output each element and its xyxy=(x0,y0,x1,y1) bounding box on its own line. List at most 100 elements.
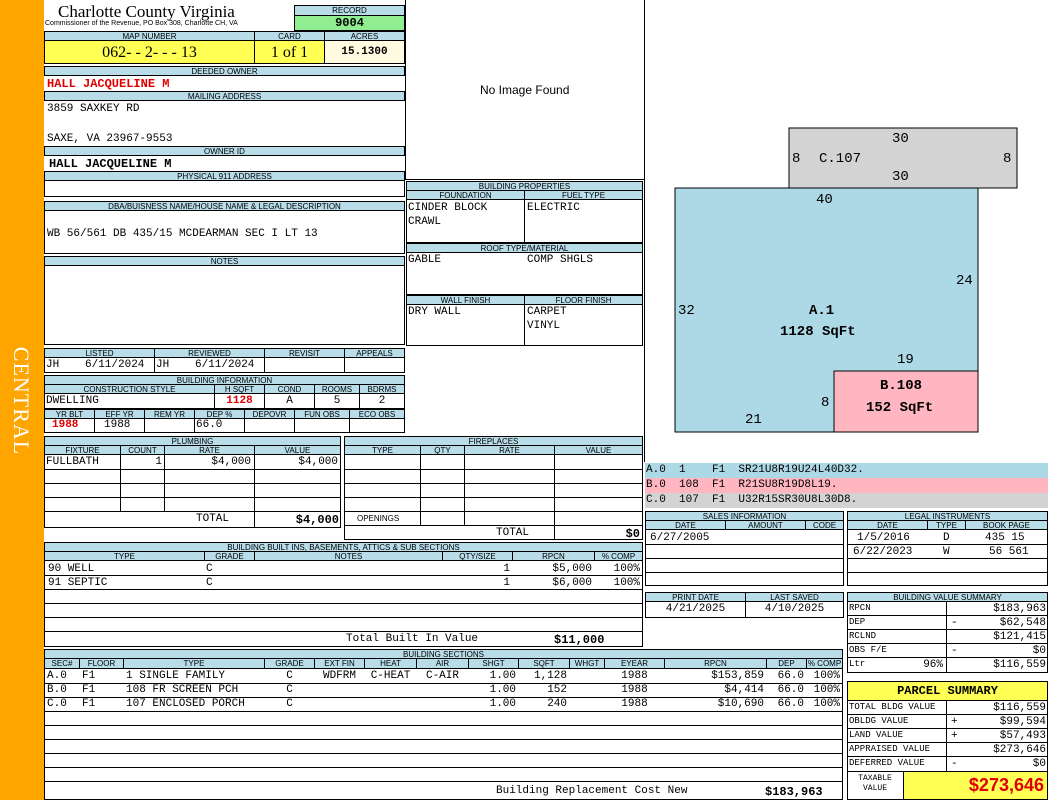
built-ins-divider xyxy=(44,617,643,618)
construction-style: DWELLING xyxy=(46,395,99,407)
foundation-line1: CINDER BLOCK xyxy=(408,202,488,214)
building-section-row-3-type: 107 ENCLOSED PORCH xyxy=(126,698,245,710)
sketch-dim-c-top: 30 xyxy=(892,131,909,147)
built-ins-divider xyxy=(44,603,643,604)
value-summary-divider xyxy=(847,657,1048,658)
parcel-summary-divider xyxy=(847,756,1048,757)
built-ins-total-label: Total Built In Value xyxy=(346,633,479,645)
mailing-address-line1: 3859 SAXKEY RD xyxy=(47,103,140,115)
building-section-row-1-type: 1 SINGLE FAMILY xyxy=(126,670,226,682)
listed-date: 6/11/2024 xyxy=(85,359,145,371)
value-ltr-pct: 96% xyxy=(923,659,943,671)
built-in-row-1-rpcn: $5,000 xyxy=(552,563,592,575)
print-date: 4/21/2025 xyxy=(665,603,726,615)
effective-year: 1988 xyxy=(104,419,131,431)
building-section-row-2-sec: B.0 xyxy=(47,684,67,696)
legal-row-1-date: 1/5/2016 xyxy=(857,532,910,544)
mailing-address-line2: SAXE, VA 23967-9553 xyxy=(47,133,173,145)
parcel-obldg-label: OBLDG VALUE xyxy=(849,716,909,726)
parcel-summary-divider xyxy=(847,714,1048,715)
plumbing-row-rate: $4,000 xyxy=(211,456,251,468)
building-section-row-3-sec: C.0 xyxy=(47,698,67,710)
value-rpcn: $183,963 xyxy=(993,603,1046,615)
year-built: 1988 xyxy=(52,419,79,431)
sketch-legend-c: C.0 107 F1 U32R15SR30U8L30D8. xyxy=(645,493,1048,508)
acres-value: 15.1300 xyxy=(324,40,405,64)
building-section-row-3-dep: 66.0 xyxy=(777,698,804,710)
sketch-legend-a: A.0 1 F1 SR21U8R19U24L40D32. xyxy=(645,463,1048,478)
fireplaces-openings-label: OPENINGS xyxy=(357,514,400,523)
sketch-label-b: B.108 xyxy=(880,378,923,394)
taxable-value: $273,646 xyxy=(903,771,1048,800)
sketch-dim-a-right: 24 xyxy=(956,273,973,289)
physical-address-box xyxy=(44,180,405,197)
eco-obs-box xyxy=(349,418,405,433)
sketch-dim-c-right: 8 xyxy=(1003,151,1012,167)
building-section-row-1-dep: 66.0 xyxy=(777,670,804,682)
building-section-row-2-dep: 66.0 xyxy=(777,684,804,696)
heated-sqft: 1128 xyxy=(226,395,253,407)
fireplaces-divider xyxy=(464,454,465,526)
legal-description: WB 56/561 DB 435/15 MCDEARMAN SEC I LT 1… xyxy=(47,228,318,240)
value-obs-label: OBS F/E xyxy=(849,645,887,655)
fireplaces-divider xyxy=(344,525,643,526)
sales-divider xyxy=(645,572,844,573)
fun-obs-box xyxy=(294,418,350,433)
side-bar: CENTRAL xyxy=(0,0,44,800)
plumbing-total: $4,000 xyxy=(295,513,339,527)
legal-divider xyxy=(847,558,1048,559)
built-in-row-2-qty: 1 xyxy=(503,577,510,589)
building-section-row-1-sqft: 1,128 xyxy=(533,670,567,682)
notes-box xyxy=(44,265,405,345)
building-sections-divider xyxy=(44,725,843,726)
building-section-row-2-shgt: 1.00 xyxy=(489,684,516,696)
legal-row-1-type: D xyxy=(943,532,950,544)
building-section-row-1-floor: F1 xyxy=(82,670,96,682)
appeals-box xyxy=(344,357,405,373)
plumbing-divider xyxy=(44,483,341,484)
parcel-deferred: $0 xyxy=(1032,758,1046,770)
replacement-cost: $183,963 xyxy=(765,785,823,799)
built-in-row-2-rpcn: $6,000 xyxy=(552,577,592,589)
value-dep: $62,548 xyxy=(999,617,1046,629)
built-ins-total: $11,000 xyxy=(554,633,605,647)
reviewed-date: 6/11/2024 xyxy=(195,359,255,371)
building-section-row-1-air: C-AIR xyxy=(425,670,459,682)
value-summary-divider xyxy=(946,601,947,673)
building-section-row-1-rpcn: $153,859 xyxy=(711,670,764,682)
parcel-deferred-label: DEFERRED VALUE xyxy=(849,758,925,768)
building-section-row-2-grade: C xyxy=(286,684,293,696)
building-section-row-1-sec: A.0 xyxy=(47,670,67,682)
built-in-row-2-grade: C xyxy=(206,577,213,589)
building-sections-divider xyxy=(44,739,843,740)
deeded-owner-label: DEEDED OWNER xyxy=(44,66,405,76)
legal-row-2-type: W xyxy=(943,546,950,558)
revisit-box xyxy=(264,357,345,373)
built-ins-divider xyxy=(44,589,643,590)
taxable-label: TAXABLE VALUE xyxy=(858,774,892,793)
floor-finish-line1: CARPET xyxy=(527,306,567,318)
rem-yr-box xyxy=(144,418,195,433)
owner-id: HALL JACQUELINE M xyxy=(49,157,172,171)
fireplaces-divider xyxy=(344,497,643,498)
plumbing-total-label: TOTAL xyxy=(196,513,230,525)
building-section-row-3-grade: C xyxy=(286,698,293,710)
legal-row-2-book-page: 56 561 xyxy=(989,546,1029,558)
building-section-row-1-heat: C-HEAT xyxy=(370,670,411,682)
building-section-row-2-eyear: 1988 xyxy=(621,684,648,696)
sketch-legend-b: B.0 108 F1 R21SU8R19D8L19. xyxy=(645,478,1048,493)
built-ins-divider xyxy=(44,575,643,576)
building-section-row-3-eyear: 1988 xyxy=(621,698,648,710)
commissioner-address: Commissioner of the Revenue, PO Box 308,… xyxy=(45,20,238,27)
plumbing-row-value: $4,000 xyxy=(298,456,338,468)
built-in-row-1-qty: 1 xyxy=(503,563,510,575)
value-dep-label: DEP xyxy=(849,617,866,627)
no-image-text: No Image Found xyxy=(480,83,570,97)
parcel-total-bldg-label: TOTAL BLDG VALUE xyxy=(849,702,936,712)
value-summary-divider xyxy=(847,629,1048,630)
roof-box xyxy=(406,252,643,295)
card-number: 1 of 1 xyxy=(254,40,325,64)
deeded-owner: HALL JACQUELINE M xyxy=(47,77,170,91)
fireplaces-total-label: TOTAL xyxy=(496,527,530,539)
sketch-dim-c-left: 8 xyxy=(792,151,801,167)
